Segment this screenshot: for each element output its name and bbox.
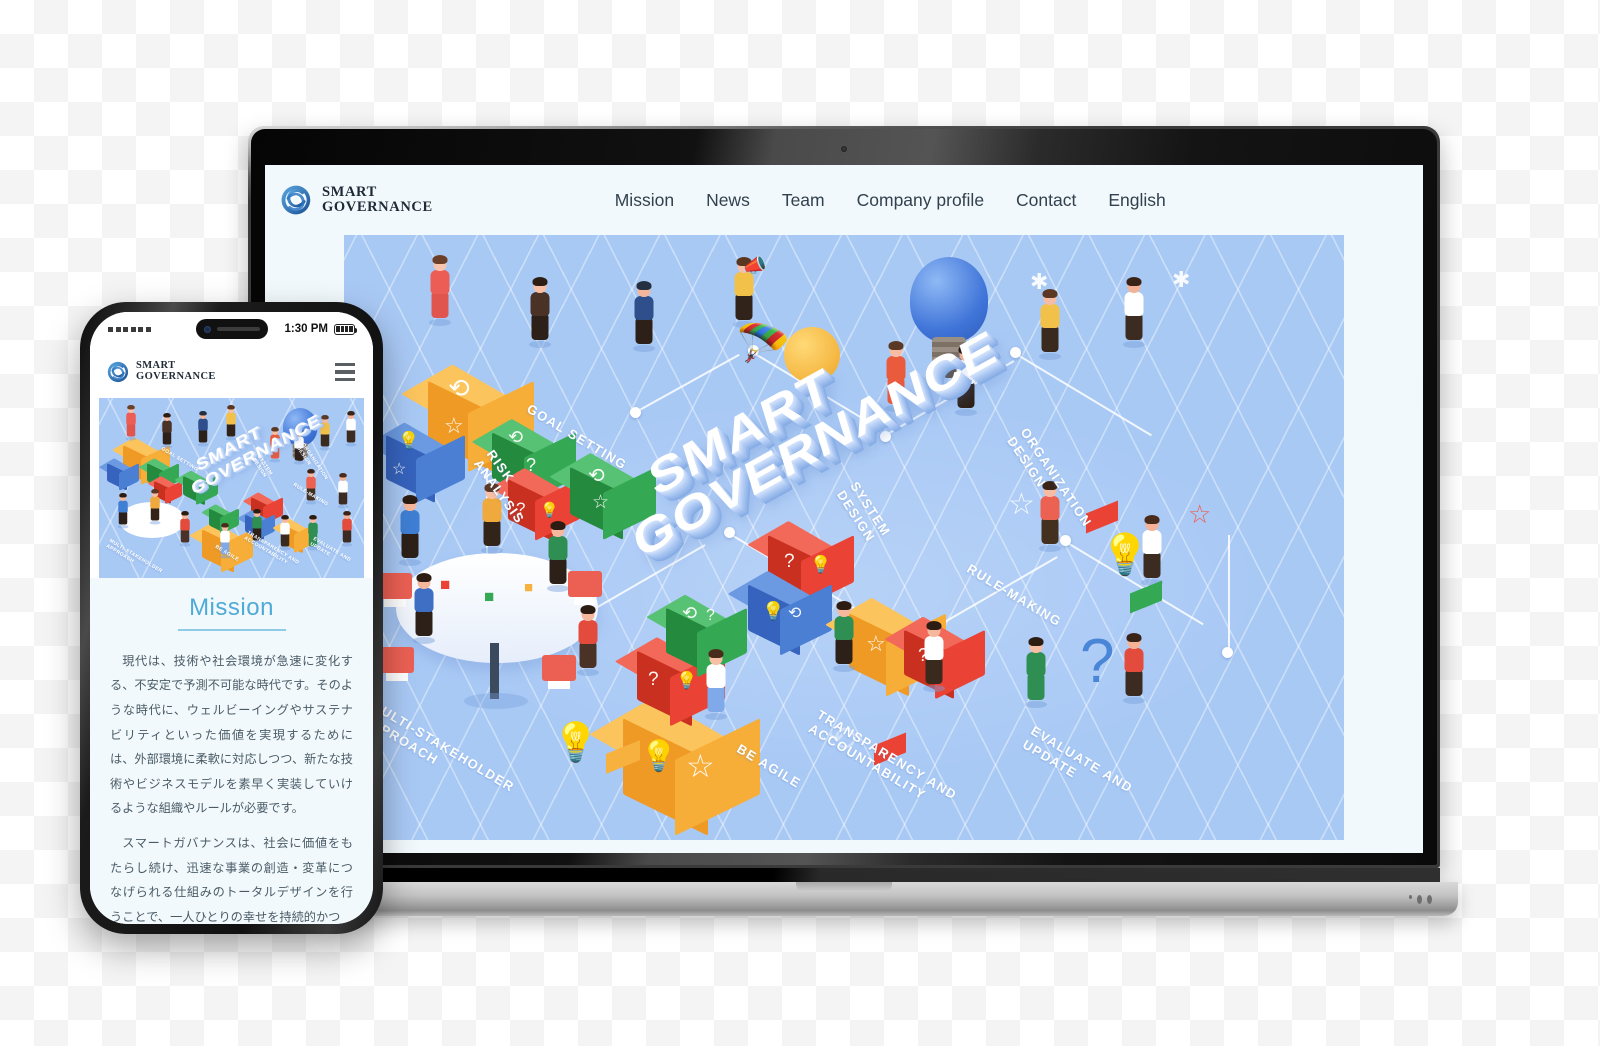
nav-item-team[interactable]: Team	[782, 190, 825, 211]
nav-item-company-profile[interactable]: Company profile	[857, 190, 984, 211]
phone-site-header: SMART GOVERNANCE	[90, 346, 373, 398]
phone-hero-illustration: SMART GOVERNANCE MULTI-STAKEHOLDER APPRO…	[99, 398, 364, 578]
dynamic-island	[195, 319, 268, 339]
nav-item-english[interactable]: English	[1108, 190, 1165, 211]
spiral-g-logo-icon	[106, 360, 130, 384]
phone-brand-logo-text: SMART GOVERNANCE	[136, 360, 216, 383]
phone-brand-name-line2: GOVERNANCE	[136, 371, 216, 382]
golden-ball	[784, 327, 840, 383]
phone-hero-canvas: SMART GOVERNANCE MULTI-STAKEHOLDER APPRO…	[99, 398, 364, 578]
meeting-table	[119, 502, 185, 538]
laptop-base-dots-icon	[1409, 895, 1432, 904]
chair	[542, 655, 576, 681]
status-time: 1:30 PM	[284, 323, 328, 335]
phone-mission-section: Mission 現代は、技術や社会環境が急速に変化する、不安定で予測不可能な時代…	[90, 578, 373, 924]
hero-floor-glow	[344, 235, 1344, 840]
nav-item-news[interactable]: News	[706, 190, 750, 211]
phone-status-bar: 1:30 PM	[90, 312, 373, 346]
spiral-g-logo-icon	[279, 183, 313, 217]
speaker-grille-icon	[216, 327, 260, 331]
chair	[380, 647, 414, 673]
phone-title-underline	[177, 629, 286, 631]
phone-section-title: Mission	[189, 594, 274, 621]
brand-name-line1: SMART	[322, 183, 377, 200]
screenshot-stage: SMART GOVERNANCE Mission News Team Compa…	[0, 0, 1600, 1046]
brand-logo-text: SMART GOVERNANCE	[322, 183, 433, 215]
chair	[568, 571, 602, 597]
battery-full-icon	[334, 323, 358, 335]
hero-illustration: ⟲ ☆ 💡 ☆ ⟲ ? ? 💡 ⟲ ☆ 📣 🪂 ✱ ✱ ■ ■ ■ 💡 ☆ ? …	[344, 235, 1344, 840]
front-camera-icon	[203, 325, 211, 333]
nav-item-mission[interactable]: Mission	[615, 190, 674, 211]
laptop-hinge	[248, 868, 1440, 882]
laptop-base	[230, 882, 1458, 916]
laptop-screen: SMART GOVERNANCE Mission News Team Compa…	[265, 165, 1423, 853]
laptop-lid: SMART GOVERNANCE Mission News Team Compa…	[248, 126, 1440, 868]
phone-mockup: 1:30 PM SMART GOVERNANCE SMART GOVERNANC…	[80, 302, 383, 934]
phone-paragraph: 現代は、技術や社会環境が急速に変化する、不安定で予測不可能な時代です。そのような…	[110, 653, 353, 816]
laptop-bezel: SMART GOVERNANCE Mission News Team Compa…	[251, 129, 1437, 865]
brand-logo[interactable]: SMART GOVERNANCE	[279, 183, 433, 217]
site-header: SMART GOVERNANCE Mission News Team Compa…	[265, 165, 1423, 235]
hamburger-menu-icon[interactable]	[335, 362, 355, 382]
hero-grid-pattern	[99, 398, 364, 578]
brand-name-line2: GOVERNANCE	[322, 199, 433, 215]
nav-item-contact[interactable]: Contact	[1016, 190, 1076, 211]
phone-screen: 1:30 PM SMART GOVERNANCE SMART GOVERNANC…	[90, 312, 373, 924]
laptop-base-notch	[796, 882, 892, 892]
main-navigation: Mission News Team Company profile Contac…	[615, 190, 1166, 211]
table-leg	[490, 643, 499, 699]
status-right-group: 1:30 PM	[284, 323, 358, 335]
signal-squares-icon	[108, 326, 151, 332]
phone-paragraph: スマートガバナンスは、社会に価値をもたらし続け、迅速な事業の創造・変革につなげら…	[110, 836, 353, 924]
phone-body: 1:30 PM SMART GOVERNANCE SMART GOVERNANC…	[80, 302, 383, 934]
table-shadow	[464, 693, 528, 709]
webcam-dot-icon	[841, 146, 847, 152]
chair	[378, 573, 412, 599]
phone-brand-logo[interactable]: SMART GOVERNANCE	[106, 360, 216, 384]
laptop-mockup: SMART GOVERNANCE Mission News Team Compa…	[230, 126, 1458, 916]
